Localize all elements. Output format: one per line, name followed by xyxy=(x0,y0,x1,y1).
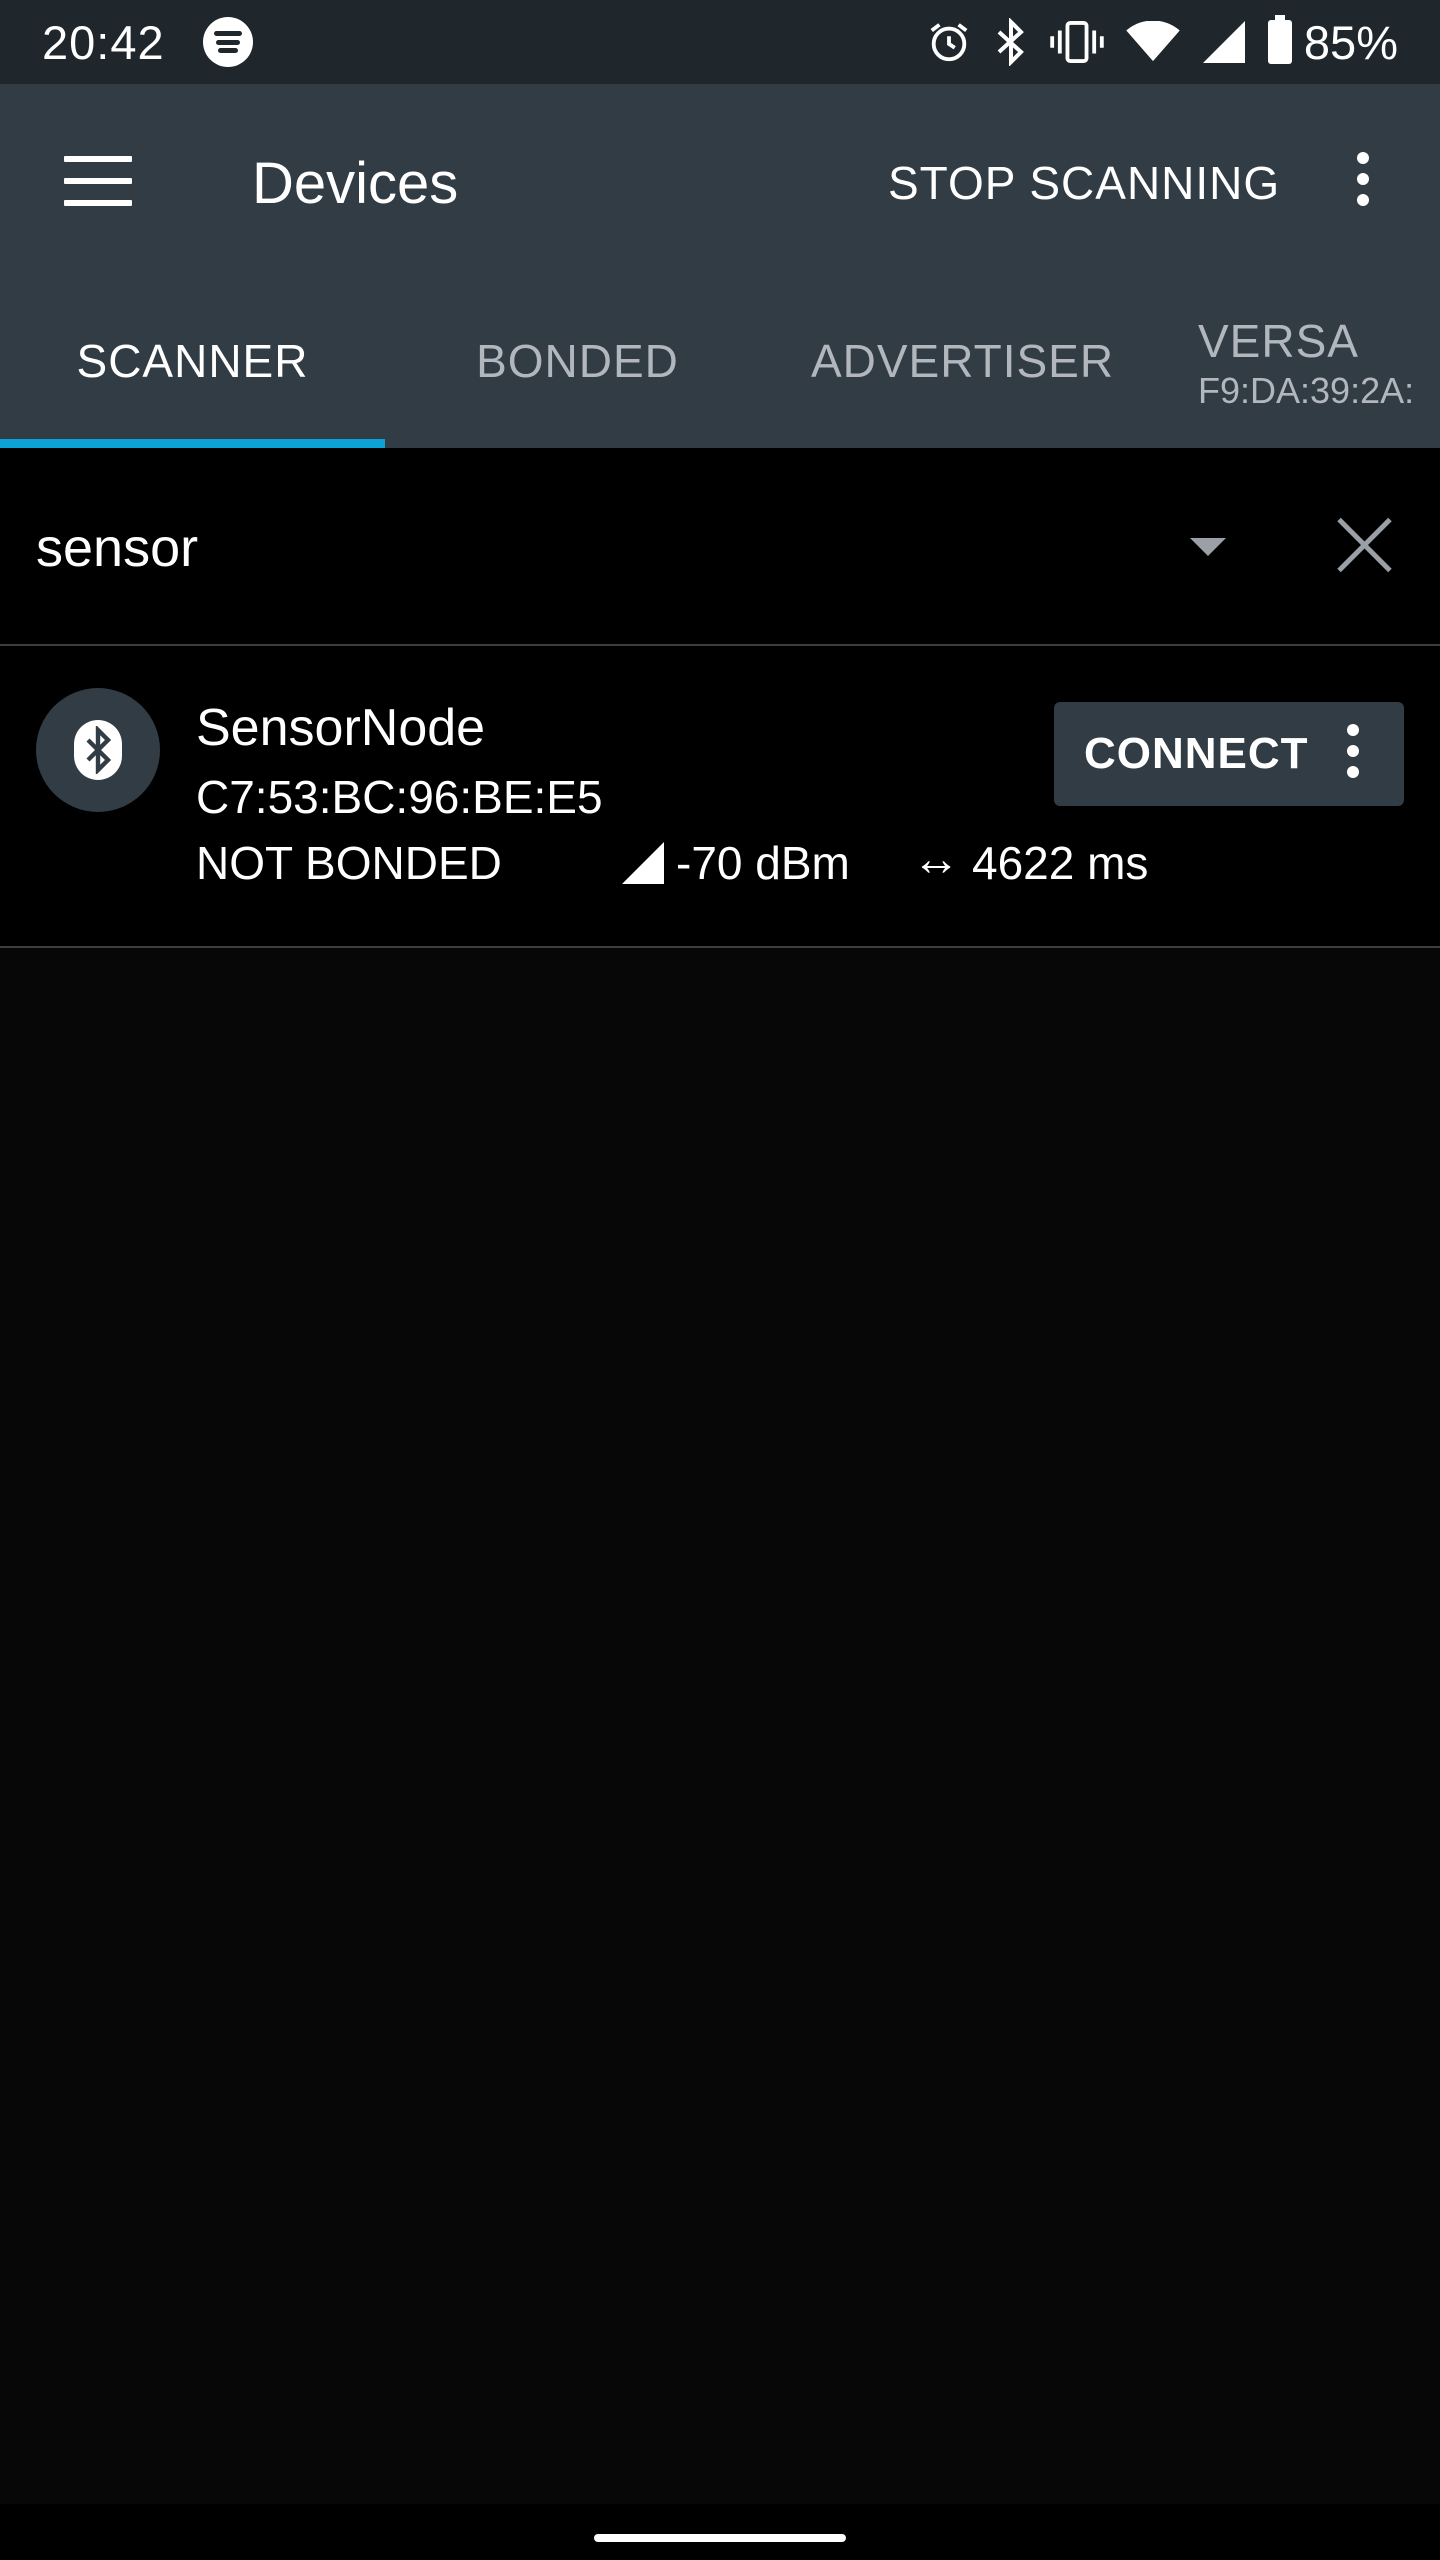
page-title: Devices xyxy=(252,151,459,216)
connect-button[interactable]: CONNECT xyxy=(1054,702,1404,806)
device-rssi: -70 dBm xyxy=(676,837,850,889)
vibrate-icon xyxy=(1050,21,1104,63)
battery-percent: 85% xyxy=(1303,15,1398,69)
device-bond-state: NOT BONDED xyxy=(196,837,502,889)
status-time: 20:42 xyxy=(42,15,165,69)
tab-versa-address: F9:DA:39:2A: xyxy=(1198,370,1415,411)
cell-signal-icon xyxy=(1202,21,1245,63)
device-address: C7:53:BC:96:BE:E5 xyxy=(196,771,603,823)
device-interval: 4622 ms xyxy=(972,837,1149,889)
dropdown-arrow-icon[interactable] xyxy=(1190,538,1226,556)
clear-filter-icon[interactable] xyxy=(1336,517,1392,573)
tab-advertiser[interactable]: ADVERTISER xyxy=(770,274,1155,448)
menu-icon[interactable] xyxy=(64,156,132,206)
tab-scanner[interactable]: SCANNER xyxy=(0,274,385,448)
app-bar: Devices STOP SCANNING xyxy=(0,84,1440,274)
connect-label: CONNECT xyxy=(1084,729,1309,778)
overflow-icon[interactable] xyxy=(1340,152,1386,218)
navigation-bar xyxy=(0,2504,1440,2560)
tab-versa[interactable]: VERSA F9:DA:39:2A: xyxy=(1198,314,1414,412)
alarm-icon xyxy=(930,23,968,62)
status-bar: 20:42 85% xyxy=(0,0,1440,84)
battery-icon xyxy=(1267,15,1292,64)
tab-bonded[interactable]: BONDED xyxy=(385,274,770,448)
tab-bar: SCANNER BONDED ADVERTISER VERSA F9:DA:39… xyxy=(0,274,1440,448)
stop-scanning-button[interactable]: STOP SCANNING xyxy=(888,156,1280,210)
interval-icon: ↔ xyxy=(912,833,960,886)
filter-input[interactable] xyxy=(36,508,1136,588)
signal-strength-icon xyxy=(622,842,664,884)
tab-versa-name: VERSA xyxy=(1198,315,1359,367)
device-name: SensorNode xyxy=(196,699,486,757)
bluetooth-device-icon xyxy=(36,688,160,812)
status-icons: 85% xyxy=(904,15,1398,70)
bluetooth-icon xyxy=(997,18,1024,66)
home-handle[interactable] xyxy=(594,2534,846,2542)
device-overflow-icon[interactable] xyxy=(1338,724,1368,790)
device-list-item[interactable]: SensorNode C7:53:BC:96:BE:E5 NOT BONDED … xyxy=(0,646,1440,948)
tab-indicator xyxy=(0,439,385,448)
wifi-icon xyxy=(1126,21,1180,62)
spotify-icon xyxy=(202,17,253,67)
